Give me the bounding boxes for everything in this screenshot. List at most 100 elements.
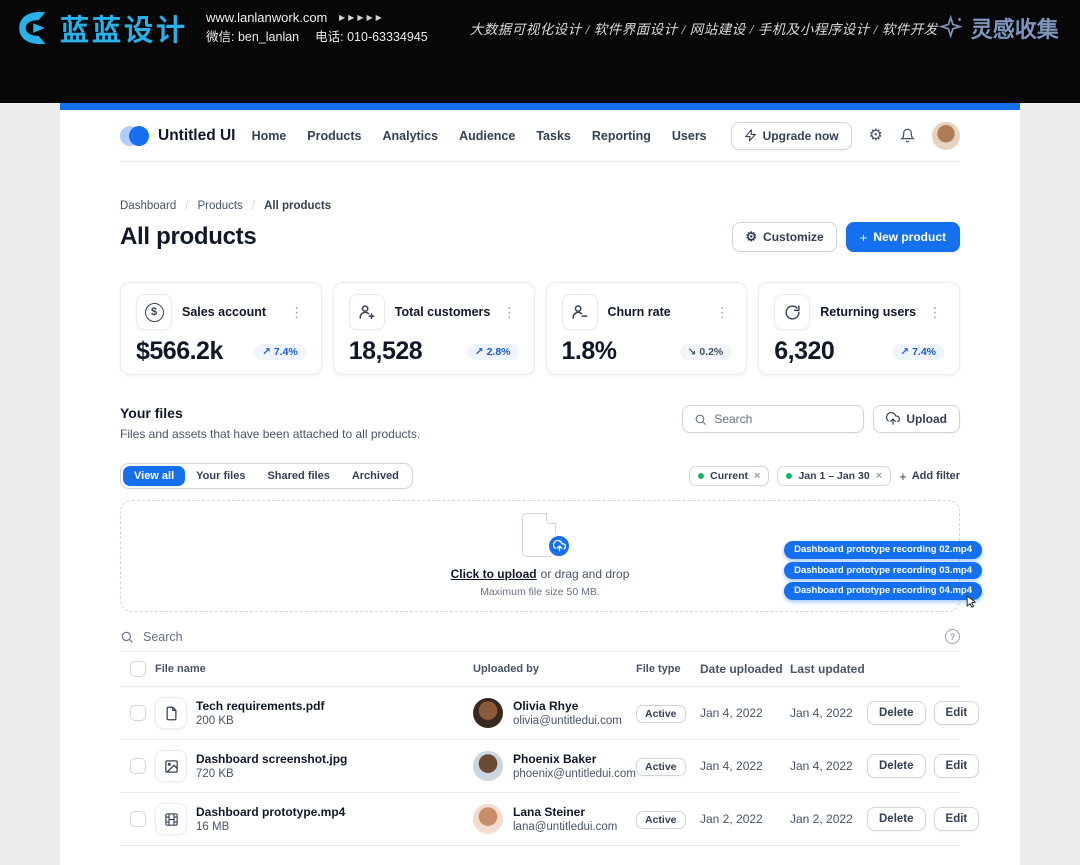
user-email: lana@untitledui.com — [513, 821, 617, 833]
inspiration-collect-link[interactable]: 灵感收集 — [938, 12, 1059, 44]
dashboard-window: Untitled UI Home Products Analytics Audi… — [60, 103, 1020, 865]
user-avatar[interactable] — [932, 122, 960, 150]
nav-item-reporting[interactable]: Reporting — [592, 129, 651, 143]
file-chip-04[interactable]: Dashboard prototype recording 04.mp4 — [784, 582, 982, 600]
edit-button[interactable]: Edit — [934, 754, 980, 778]
filter-chip-current[interactable]: Current × — [689, 466, 769, 486]
untitled-ui-logo-icon — [120, 126, 150, 146]
nav-item-analytics[interactable]: Analytics — [382, 129, 438, 143]
banner-arrows: ▶▶▶▶▶ — [339, 13, 385, 22]
click-to-upload-link[interactable]: Click to upload — [451, 567, 537, 581]
breadcrumb: Dashboard / Products / All products — [120, 200, 960, 212]
file-name: Dashboard screenshot.jpg — [196, 752, 473, 766]
dollar-circle-icon: $ — [136, 294, 172, 330]
date-updated: Jan 4, 2022 — [790, 759, 867, 773]
upload-cloud-badge-icon — [546, 533, 572, 559]
stats-row: $ Sales account ⋮ $566.2k ↗7.4% Total cu… — [120, 282, 960, 375]
upgrade-button[interactable]: Upgrade now — [731, 122, 852, 150]
nav-item-home[interactable]: Home — [252, 129, 287, 143]
tab-archived[interactable]: Archived — [341, 466, 410, 486]
banner-services: 大数据可视化设计 / 软件界面设计 / 网站建设 / 手机及小程序设计 / 软件… — [470, 18, 938, 38]
sparkle-star-icon — [938, 14, 965, 41]
nav-item-audience[interactable]: Audience — [459, 129, 515, 143]
files-toolbar: View all Your files Shared files Archive… — [120, 463, 960, 489]
row-checkbox[interactable] — [130, 705, 146, 721]
collect-label: 灵感收集 — [971, 12, 1059, 44]
nav-item-users[interactable]: Users — [672, 129, 707, 143]
tab-your-files[interactable]: Your files — [185, 466, 256, 486]
gear-icon: ⚙ — [745, 229, 757, 245]
date-uploaded: Jan 2, 2022 — [700, 812, 790, 826]
files-search-input[interactable] — [682, 405, 864, 433]
table-row: Tech requirements.pdf 200 KB Olivia Rhye… — [120, 687, 960, 740]
upload-button[interactable]: Upload — [873, 405, 960, 433]
edit-button[interactable]: Edit — [934, 701, 980, 725]
promo-banner: 蓝蓝设计 www.lanlanwork.com ▶▶▶▶▶ 微信: ben_la… — [0, 0, 1080, 103]
status-badge: Active — [636, 811, 686, 829]
top-nav: Untitled UI Home Products Analytics Audi… — [120, 110, 960, 162]
column-date-uploaded: Date uploaded — [700, 662, 790, 676]
banner-phone: 电话: 010-63334945 — [315, 28, 428, 46]
search-icon — [120, 630, 134, 644]
user-email: olivia@untitledui.com — [513, 715, 622, 727]
plus-icon: + — [860, 230, 868, 245]
settings-gear-icon[interactable]: ⚙ — [869, 128, 883, 144]
stat-card-sales-account: $ Sales account ⋮ $566.2k ↗7.4% — [120, 282, 322, 375]
max-file-size-note: Maximum file size 50 MB. — [480, 586, 600, 598]
banner-website-link[interactable]: www.lanlanwork.com — [206, 10, 327, 25]
close-icon[interactable]: × — [754, 471, 760, 482]
avatar — [473, 804, 503, 834]
upload-dropzone[interactable]: Click to uploador drag and drop Maximum … — [120, 500, 960, 612]
refresh-icon — [774, 294, 810, 330]
help-icon[interactable]: ? — [945, 629, 960, 644]
files-subtitle: Files and assets that have been attached… — [120, 427, 420, 441]
edit-button[interactable]: Edit — [934, 807, 980, 831]
user-email: phoenix@untitledui.com — [513, 768, 636, 780]
close-icon[interactable]: × — [876, 471, 882, 482]
trend-up-icon: ↗ — [262, 346, 271, 358]
row-checkbox[interactable] — [130, 811, 146, 827]
delete-button[interactable]: Delete — [867, 754, 926, 778]
banner-contact: www.lanlanwork.com ▶▶▶▶▶ 微信: ben_lanlan … — [206, 9, 428, 46]
user-name: Olivia Rhye — [513, 699, 622, 713]
lanlan-logo-icon — [14, 7, 56, 49]
green-dot-icon — [698, 473, 704, 479]
cursor-icon — [964, 594, 979, 614]
bell-icon[interactable] — [900, 128, 915, 143]
add-filter-button[interactable]: + Add filter — [899, 469, 960, 484]
new-product-button[interactable]: + New product — [846, 222, 960, 252]
breadcrumb-current: All products — [264, 200, 331, 212]
tab-view-all[interactable]: View all — [123, 466, 185, 486]
nav-item-tasks[interactable]: Tasks — [536, 129, 571, 143]
nav-item-products[interactable]: Products — [307, 129, 361, 143]
filter-chip-date-range[interactable]: Jan 1 – Jan 30 × — [777, 466, 891, 486]
stat-card-churn-rate: Churn rate ⋮ 1.8% ↘0.2% — [546, 282, 748, 375]
banner-wechat: 微信: ben_lanlan — [206, 28, 299, 46]
green-dot-icon — [786, 473, 792, 479]
search-field[interactable] — [714, 412, 852, 426]
dragged-file-chips: Dashboard prototype recording 02.mp4 Das… — [784, 541, 982, 600]
brand-logo[interactable]: Untitled UI — [120, 126, 236, 146]
file-chip-03[interactable]: Dashboard prototype recording 03.mp4 — [784, 562, 982, 580]
row-checkbox[interactable] — [130, 758, 146, 774]
card-menu-icon[interactable]: ⋮ — [288, 305, 306, 319]
file-chip-02[interactable]: Dashboard prototype recording 02.mp4 — [784, 541, 982, 559]
card-menu-icon[interactable]: ⋮ — [926, 305, 944, 319]
file-upload-icon — [522, 513, 558, 557]
trend-badge: ↗7.4% — [892, 344, 944, 360]
card-menu-icon[interactable]: ⋮ — [713, 305, 731, 319]
nav-menu: Home Products Analytics Audience Tasks R… — [252, 129, 707, 143]
card-menu-icon[interactable]: ⋮ — [501, 305, 519, 319]
delete-button[interactable]: Delete — [867, 807, 926, 831]
stat-value: 18,528 — [349, 337, 422, 366]
file-document-icon — [155, 697, 187, 729]
table-search-field[interactable] — [143, 630, 936, 644]
table-search-bar[interactable]: ? — [120, 622, 960, 652]
file-size: 200 KB — [196, 715, 473, 727]
breadcrumb-dashboard[interactable]: Dashboard — [120, 200, 176, 212]
delete-button[interactable]: Delete — [867, 701, 926, 725]
tab-shared-files[interactable]: Shared files — [256, 466, 340, 486]
select-all-checkbox[interactable] — [130, 661, 146, 677]
breadcrumb-products[interactable]: Products — [197, 200, 242, 212]
customize-button[interactable]: ⚙ Customize — [732, 222, 836, 252]
